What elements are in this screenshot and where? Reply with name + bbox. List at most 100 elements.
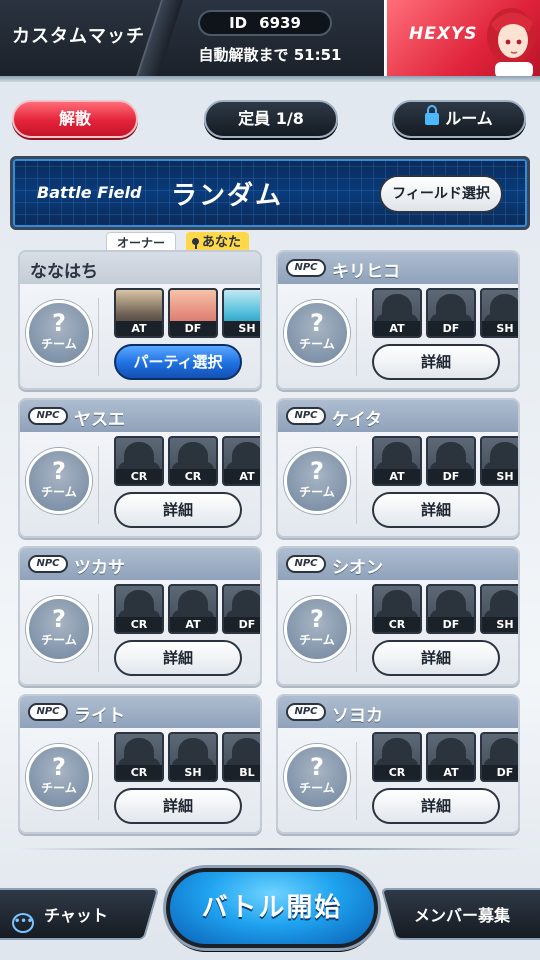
battle-start-button[interactable]: バトル開始	[166, 868, 378, 948]
slot-role-label: CR	[170, 469, 216, 484]
team-select-button[interactable]: ? チーム	[26, 448, 92, 514]
party-slot-silhouette: AT	[372, 436, 422, 486]
character-silhouette-icon	[172, 442, 214, 476]
capacity-button[interactable]: 定員 1/8	[204, 100, 338, 138]
slot-role-label: DF	[428, 469, 474, 484]
character-silhouette-icon	[172, 738, 214, 772]
npc-badge: NPC	[286, 407, 326, 425]
player-card: NPC ソヨカ? チーム CR AT DF 詳細	[276, 694, 520, 834]
slot-role-label: SH	[482, 617, 518, 632]
team-select-button[interactable]: ? チーム	[26, 744, 92, 810]
screen-title: カスタムマッチ	[12, 26, 145, 47]
slot-role-label: SH	[224, 321, 260, 336]
team-select-button[interactable]: ? チーム	[284, 300, 350, 366]
player-card-header: NPC ヤスエ	[20, 400, 260, 432]
player-card-header: ななはち	[20, 252, 260, 284]
section-divider	[18, 848, 524, 850]
player-card: NPC ツカサ? チーム CR AT DF 詳細	[18, 546, 262, 686]
slot-role-label: DF	[428, 321, 474, 336]
character-silhouette-icon	[118, 590, 160, 624]
party-slot-silhouette: DF	[426, 584, 476, 634]
npc-badge: NPC	[286, 555, 326, 573]
party-slot-silhouette: AT	[222, 436, 260, 486]
team-select-button[interactable]: ? チーム	[26, 300, 92, 366]
team-select-button[interactable]: ? チーム	[284, 596, 350, 662]
details-button[interactable]: 詳細	[372, 788, 500, 824]
team-label: チーム	[299, 485, 335, 499]
room-id-badge: ID 6939	[198, 10, 332, 36]
team-unknown-mark: ?	[52, 753, 66, 781]
party-slot-silhouette: SH	[168, 732, 218, 782]
slot-role-label: AT	[374, 321, 420, 336]
character-silhouette-icon	[484, 442, 518, 476]
room-button[interactable]: ルーム	[392, 100, 526, 138]
player-name: ツカサ	[74, 558, 125, 578]
party-slot-silhouette: CR	[168, 436, 218, 486]
details-button[interactable]: 詳細	[114, 640, 242, 676]
player-card: NPC ヤスエ? チーム CR CR AT 詳細	[18, 398, 262, 538]
party-slot-silhouette: CR	[114, 584, 164, 634]
details-button[interactable]: 詳細	[372, 344, 500, 380]
team-unknown-mark: ?	[310, 605, 324, 633]
team-label: チーム	[299, 781, 335, 795]
details-button[interactable]: 詳細	[372, 640, 500, 676]
team-label: チーム	[299, 633, 335, 647]
top-header: カスタムマッチ ID 6939 自動解散まで 51:51 HEXYS	[0, 0, 540, 82]
slot-role-label: DF	[482, 765, 518, 780]
slot-role-label: SH	[170, 765, 216, 780]
player-name: ケイタ	[332, 410, 382, 430]
card-divider	[356, 446, 357, 524]
party-slot-silhouette: DF	[426, 288, 476, 338]
brand-banner: HEXYS	[384, 0, 540, 80]
team-label: チーム	[41, 337, 77, 351]
player-card-header: NPC ライト	[20, 696, 260, 728]
player-name: キリヒコ	[332, 262, 400, 282]
slot-role-label: AT	[170, 617, 216, 632]
chat-button-label[interactable]: ••• チャット	[12, 902, 108, 933]
details-button[interactable]: 詳細	[114, 492, 242, 528]
slot-role-label: CR	[374, 765, 420, 780]
room-button-label: ルーム	[445, 109, 493, 128]
character-silhouette-icon	[226, 590, 260, 624]
character-silhouette-icon	[430, 442, 472, 476]
character-silhouette-icon	[376, 442, 418, 476]
player-card: NPC シオン? チーム CR DF SH 詳細	[276, 546, 520, 686]
character-silhouette-icon	[376, 738, 418, 772]
card-divider	[356, 298, 357, 376]
character-silhouette-icon	[376, 294, 418, 328]
details-button[interactable]: 詳細	[372, 492, 500, 528]
chat-label: チャット	[44, 906, 108, 925]
team-label: チーム	[41, 633, 77, 647]
player-name: ななはち	[30, 262, 98, 282]
team-unknown-mark: ?	[52, 457, 66, 485]
card-divider	[356, 594, 357, 672]
party-slot-silhouette: SH	[480, 436, 518, 486]
team-select-button[interactable]: ? チーム	[284, 744, 350, 810]
team-label: チーム	[41, 485, 77, 499]
field-select-button[interactable]: フィールド選択	[379, 175, 503, 213]
player-card-header: NPC キリヒコ	[278, 252, 518, 284]
team-select-button[interactable]: ? チーム	[284, 448, 350, 514]
party-slot-silhouette: SH	[480, 584, 518, 634]
character-portrait	[487, 8, 535, 78]
team-unknown-mark: ?	[52, 309, 66, 337]
party-select-button[interactable]: パーティ選択	[114, 344, 242, 380]
details-button[interactable]: 詳細	[114, 788, 242, 824]
player-card-header: NPC シオン	[278, 548, 518, 580]
character-silhouette-icon	[430, 590, 472, 624]
party-slot-silhouette: AT	[372, 288, 422, 338]
team-unknown-mark: ?	[310, 457, 324, 485]
recruit-button-label[interactable]: メンバー募集	[414, 902, 510, 926]
brand-logo: HEXYS	[409, 24, 478, 44]
you-tag-label: あなた	[202, 235, 242, 250]
slot-role-label: DF	[428, 617, 474, 632]
lock-icon	[425, 105, 440, 125]
disband-button[interactable]: 解散	[12, 100, 138, 138]
team-select-button[interactable]: ? チーム	[26, 596, 92, 662]
player-name: ソヨカ	[332, 706, 383, 726]
player-name: ヤスエ	[74, 410, 125, 430]
npc-badge: NPC	[286, 259, 326, 277]
player-card-header: NPC ケイタ	[278, 400, 518, 432]
player-card: ななはち? チーム AT DF SH パーティ選択	[18, 250, 262, 390]
room-id-label: ID	[229, 14, 248, 32]
